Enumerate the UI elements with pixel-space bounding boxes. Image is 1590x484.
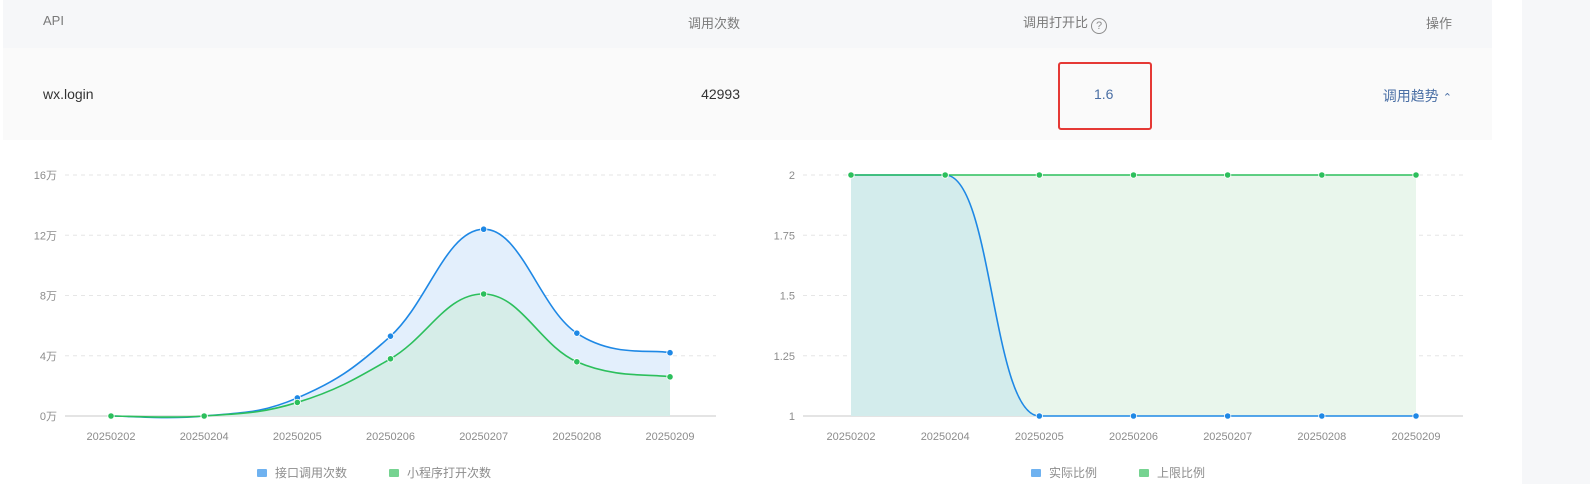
x-tick-label: 20250208 — [1297, 431, 1346, 443]
data-point — [1318, 171, 1326, 179]
data-point — [1318, 412, 1326, 420]
data-point — [1035, 412, 1043, 420]
legend-item-actual-ratio[interactable]: 实际比例 — [1031, 464, 1097, 481]
right-side-panel — [1522, 0, 1590, 484]
data-point — [1129, 412, 1138, 420]
data-point — [1412, 412, 1420, 420]
legend-swatch — [257, 469, 267, 477]
x-tick-label: 20250209 — [1392, 431, 1441, 443]
legend-item-app-opens[interactable]: 小程序打开次数 — [389, 464, 491, 481]
legend-swatch — [1139, 469, 1149, 477]
y-tick-label: 1.25 — [774, 351, 795, 363]
x-tick-label: 20250204 — [921, 431, 970, 443]
x-tick-label: 20250202 — [827, 431, 876, 443]
data-point — [1035, 171, 1043, 179]
legend-item-limit-ratio[interactable]: 上限比例 — [1139, 464, 1205, 481]
data-point — [847, 171, 855, 179]
legend-swatch — [389, 469, 399, 477]
data-point — [1224, 171, 1232, 179]
y-tick-label: 2 — [789, 170, 795, 182]
api-analysis-panel: API 调用次数 调用打开比? 操作 wx.login 42993 1.6 调用… — [0, 0, 1492, 484]
y-tick-label: 1 — [789, 411, 795, 423]
legend-item-api-calls[interactable]: 接口调用次数 — [257, 464, 347, 481]
legend-label: 小程序打开次数 — [407, 466, 492, 480]
data-point — [941, 171, 949, 179]
x-tick-label: 20250206 — [1109, 431, 1158, 443]
x-tick-label: 20250207 — [1203, 431, 1252, 443]
data-point — [1129, 171, 1138, 179]
y-tick-label: 1.75 — [774, 230, 795, 242]
legend-label: 上限比例 — [1157, 466, 1206, 480]
legend-label: 实际比例 — [1049, 466, 1098, 480]
legend-swatch — [1031, 469, 1041, 477]
ratio-trend-chart: 1 1.25 1.5 1.75 2 20250202 20250204 20250205 202… — [774, 170, 1463, 443]
data-point — [1412, 171, 1420, 179]
legend-label: 接口调用次数 — [275, 466, 348, 480]
data-point — [1224, 412, 1232, 420]
y-tick-label: 1.5 — [780, 291, 795, 303]
x-tick-label: 20250205 — [1015, 431, 1064, 443]
